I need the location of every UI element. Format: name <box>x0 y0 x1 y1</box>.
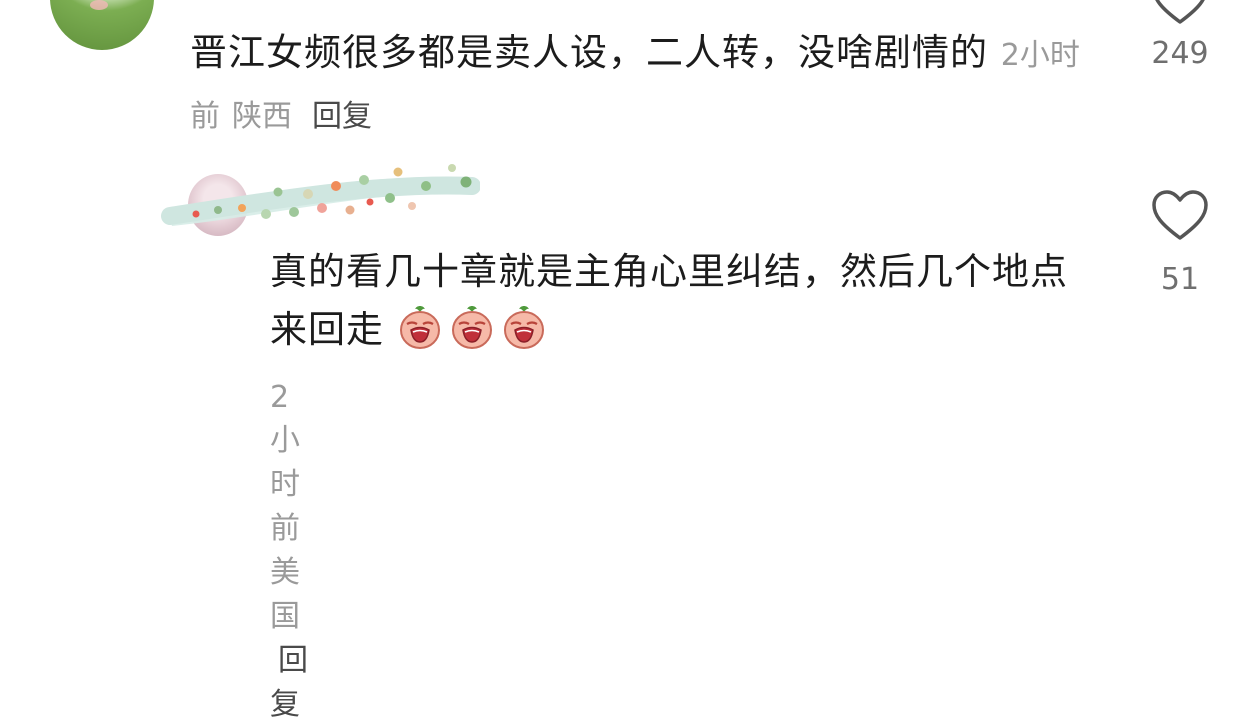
heart-icon[interactable] <box>1151 0 1209 26</box>
comment-location: 美国 <box>270 555 300 634</box>
reply-button[interactable]: 回复 <box>270 643 308 722</box>
like-control-2[interactable]: 51 <box>1140 190 1220 297</box>
like-count: 51 <box>1160 262 1200 297</box>
crying-face-emoji <box>399 306 440 349</box>
comment-body: 真的看几十章就是主角心里纠结，然后几个地点来回走 <box>270 243 1090 359</box>
avatar[interactable] <box>50 0 154 50</box>
comment-text: 晋江女频很多都是卖人设，二人转，没啥剧情的 <box>190 31 988 74</box>
comment-body: 晋江女频很多都是卖人设，二人转，没啥剧情的 2小时前 陕西 回复 <box>190 24 1090 146</box>
comment-time: 2小时前 <box>270 380 300 546</box>
like-count: 249 <box>1151 36 1209 71</box>
crying-face-emoji <box>503 306 544 349</box>
like-control-1[interactable]: 249 <box>1140 0 1220 71</box>
crying-face-emoji <box>451 306 492 349</box>
comment-meta: 2小时前美国回复 <box>270 380 312 723</box>
comment-text: 真的看几十章就是主角心里纠结，然后几个地点来回走 <box>270 250 1068 351</box>
comment-location: 陕西 <box>232 99 292 134</box>
heart-icon[interactable] <box>1151 190 1209 242</box>
emoji-group <box>397 306 553 351</box>
redaction-scribble <box>161 164 480 226</box>
reply-button[interactable]: 回复 <box>312 99 372 134</box>
